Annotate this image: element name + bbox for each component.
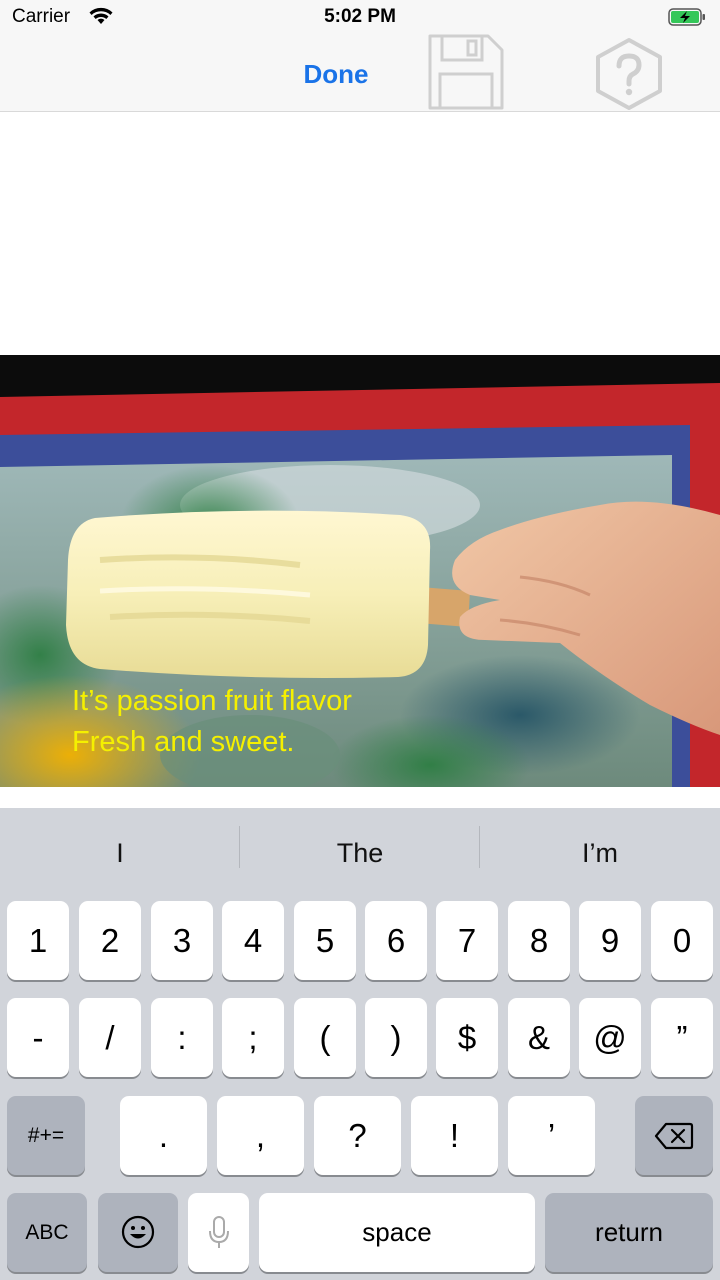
key-8[interactable]: 8 bbox=[508, 901, 570, 980]
emoji-key[interactable] bbox=[98, 1193, 178, 1272]
key-hyphen[interactable]: - bbox=[7, 998, 69, 1077]
key-slash[interactable]: / bbox=[79, 998, 141, 1077]
caption-line-1: It’s passion fruit flavor bbox=[72, 685, 352, 717]
key-2[interactable]: 2 bbox=[79, 901, 141, 980]
caption-line-2: Fresh and sweet. bbox=[72, 726, 295, 758]
key-9[interactable]: 9 bbox=[579, 901, 641, 980]
key-0[interactable]: 0 bbox=[651, 901, 713, 980]
key-close-paren[interactable]: ) bbox=[365, 998, 427, 1077]
key-question[interactable]: ? bbox=[314, 1096, 401, 1175]
suggestion-1[interactable]: I bbox=[0, 828, 240, 878]
backspace-icon bbox=[654, 1122, 694, 1150]
dictation-key[interactable] bbox=[188, 1193, 249, 1272]
return-key[interactable]: return bbox=[545, 1193, 713, 1272]
help-icon[interactable] bbox=[592, 36, 666, 112]
key-at[interactable]: @ bbox=[579, 998, 641, 1077]
key-dollar[interactable]: $ bbox=[436, 998, 498, 1077]
photo-caption[interactable]: It’s passion fruit flavor Fresh and swee… bbox=[72, 681, 352, 763]
key-1[interactable]: 1 bbox=[7, 901, 69, 980]
key-4[interactable]: 4 bbox=[222, 901, 284, 980]
clock: 5:02 PM bbox=[324, 6, 396, 27]
save-icon[interactable] bbox=[426, 32, 506, 112]
key-quote[interactable]: ” bbox=[651, 998, 713, 1077]
space-key[interactable]: space bbox=[259, 1193, 535, 1272]
key-period[interactable]: . bbox=[120, 1096, 207, 1175]
key-6[interactable]: 6 bbox=[365, 901, 427, 980]
suggestion-3[interactable]: I’m bbox=[480, 828, 720, 878]
key-5[interactable]: 5 bbox=[294, 901, 356, 980]
microphone-icon bbox=[209, 1216, 229, 1248]
delete-key[interactable] bbox=[635, 1096, 713, 1175]
popsicle-photo: It’s passion fruit flavor Fresh and swee… bbox=[0, 355, 720, 787]
key-more-symbols[interactable]: #+= bbox=[7, 1096, 85, 1175]
key-3[interactable]: 3 bbox=[151, 901, 213, 980]
suggestion-2[interactable]: The bbox=[240, 828, 480, 878]
keyboard: I The I’m 1 2 3 4 5 6 7 8 9 0 - / : ; ( … bbox=[0, 808, 720, 1280]
battery-charging-icon bbox=[668, 8, 705, 26]
done-button[interactable]: Done bbox=[296, 56, 376, 92]
suggestion-bar: I The I’m bbox=[0, 808, 720, 898]
key-comma[interactable]: , bbox=[217, 1096, 304, 1175]
status-bar: Carrier 5:02 PM bbox=[0, 0, 720, 36]
key-open-paren[interactable]: ( bbox=[294, 998, 356, 1077]
key-ampersand[interactable]: & bbox=[508, 998, 570, 1077]
emoji-icon bbox=[121, 1215, 155, 1249]
key-apostrophe[interactable]: ’ bbox=[508, 1096, 595, 1175]
key-7[interactable]: 7 bbox=[436, 901, 498, 980]
key-colon[interactable]: : bbox=[151, 998, 213, 1077]
key-exclamation[interactable]: ! bbox=[411, 1096, 498, 1175]
key-abc[interactable]: ABC bbox=[7, 1193, 87, 1272]
navigation-bar: Done bbox=[0, 34, 720, 112]
key-semicolon[interactable]: ; bbox=[222, 998, 284, 1077]
